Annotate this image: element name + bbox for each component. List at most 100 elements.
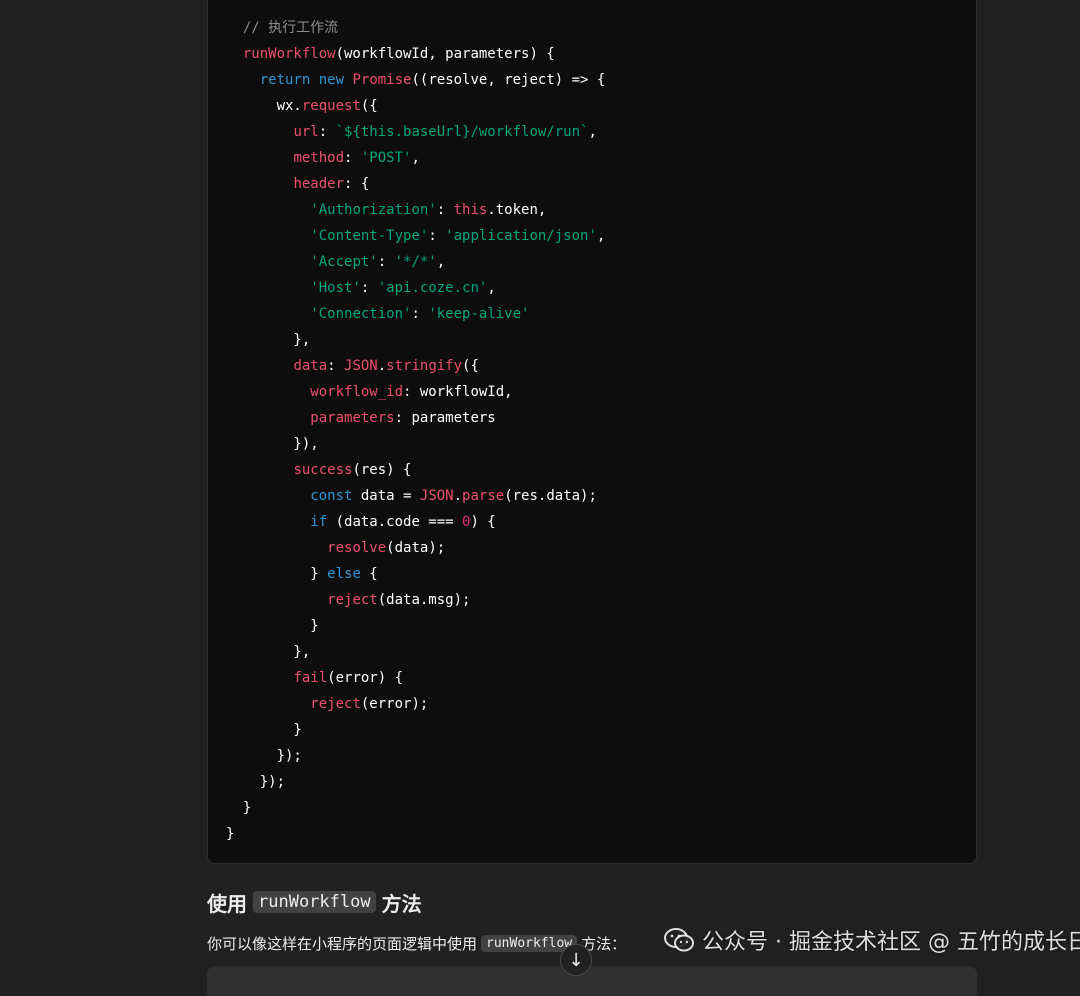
paragraph-prefix: 你可以像这样在小程序的页面逻辑中使用	[207, 934, 478, 953]
code-token: stringify	[386, 358, 463, 374]
code-line: data: JSON.stringify({	[226, 353, 605, 379]
code-line: url: `${this.baseUrl}/workflow/run`,	[226, 119, 605, 145]
code-line: reject(error);	[226, 691, 605, 717]
code-token: : {	[344, 176, 370, 192]
code-line: workflow_id: workflowId,	[226, 379, 605, 405]
code-line: 'Authorization': this.token,	[226, 197, 605, 223]
code-token: :	[344, 150, 361, 166]
code-token: runWorkflow	[242, 46, 336, 62]
code-token: :	[377, 254, 395, 270]
code-token: (error);	[360, 696, 429, 712]
code-token: :	[428, 228, 446, 244]
heading-prefix: 使用	[207, 891, 247, 916]
code-token: (data.code ===	[327, 514, 463, 530]
code-line: 'Accept': '*/*',	[226, 249, 605, 275]
code-token: Promise	[352, 72, 412, 88]
code-token: });	[226, 748, 302, 764]
code-token: (data.msg);	[377, 592, 471, 608]
code-line: 'Content-Type': 'application/json',	[226, 223, 605, 249]
code-token: :	[411, 306, 429, 322]
code-token: ,	[596, 228, 606, 244]
code-token: }	[226, 566, 328, 582]
code-token: resolve	[327, 540, 387, 556]
watermark-text: 公众号 · 掘金技术社区 @ 五竹的成长日记	[702, 930, 1080, 955]
code-token: reject	[310, 696, 361, 712]
code-line: resolve(data);	[226, 535, 605, 561]
code-token: JSON	[419, 488, 454, 504]
code-token: ({	[360, 98, 378, 114]
code-token: wx.	[226, 98, 302, 114]
code-token: method	[293, 150, 345, 166]
code-token: header	[293, 176, 345, 192]
code-token: parse	[462, 488, 505, 504]
code-token: .	[453, 488, 463, 504]
code-token: parameters	[310, 410, 395, 426]
watermark: 公众号 · 掘金技术社区 @ 五竹的成长日记	[664, 920, 1080, 960]
wechat-icon	[664, 928, 694, 952]
code-token: :	[360, 280, 378, 296]
code-token: 'Content-Type'	[310, 228, 429, 244]
code-token: ,	[436, 254, 446, 270]
code-token: }	[226, 826, 235, 842]
code-token: });	[226, 774, 286, 790]
code-token: (res.data);	[504, 488, 597, 504]
code-line: reject(data.msg);	[226, 587, 605, 613]
scroll-to-bottom-button[interactable]: ↓	[560, 944, 592, 976]
code-token: {	[360, 566, 378, 582]
code-token: new	[318, 72, 345, 88]
code-token: },	[226, 332, 311, 348]
code-token: (error) {	[327, 670, 404, 686]
code-token: ({	[462, 358, 479, 374]
code-token: : parameters	[394, 410, 496, 426]
code-line: parameters: parameters	[226, 405, 605, 431]
code-line: return new Promise((resolve, reject) => …	[226, 67, 606, 93]
code-token: :	[436, 202, 454, 218]
code-token: :	[318, 124, 336, 140]
code-line: wx.request({	[226, 93, 605, 119]
code-token: const	[310, 488, 353, 504]
code-token: }),	[226, 436, 319, 452]
code-token: :	[327, 358, 345, 374]
code-token: this	[453, 202, 488, 218]
code-token: ((resolve, reject) => {	[411, 72, 606, 88]
section-heading: 使用 runWorkflow 方法	[207, 886, 422, 918]
code-token: request	[301, 98, 361, 114]
code-token: '*/*'	[394, 254, 437, 270]
arrow-down-icon: ↓	[568, 949, 584, 971]
code-token: .token,	[487, 202, 547, 218]
heading-suffix: 方法	[381, 891, 422, 916]
code-token: (res) {	[352, 462, 412, 478]
code-token: 'Connection'	[310, 306, 412, 322]
code-token: workflow_id	[310, 384, 404, 400]
code-line: 'Host': 'api.coze.cn',	[226, 275, 605, 301]
next-code-block	[207, 966, 977, 996]
code-line: success(res) {	[226, 457, 605, 483]
code-line: }	[226, 613, 605, 639]
code-token: 'Host'	[310, 280, 361, 296]
code-token: reject	[327, 592, 378, 608]
code-token: }	[226, 722, 302, 738]
code-line: header: {	[226, 171, 605, 197]
code-line: },	[226, 327, 605, 353]
code-token: data	[293, 358, 328, 374]
heading-inline-code: runWorkflow	[253, 891, 376, 913]
code-token: success	[293, 462, 353, 478]
code-line: }	[226, 717, 605, 743]
